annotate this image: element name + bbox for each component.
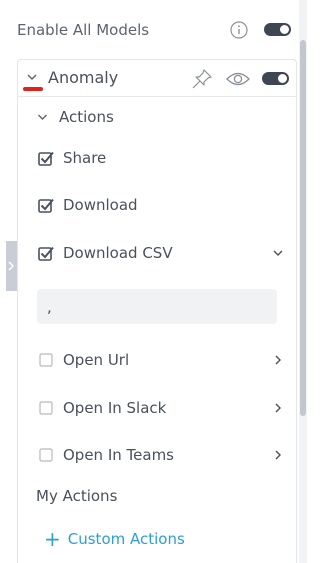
action-row-open-url[interactable]: Open Url — [38, 348, 284, 372]
model-title: Anomaly — [48, 68, 119, 87]
custom-actions-button[interactable]: + Custom Actions — [44, 529, 185, 549]
eye-icon[interactable] — [226, 71, 250, 87]
chevron-down-icon[interactable] — [26, 72, 38, 81]
enable-all-models-toggle[interactable] — [264, 23, 291, 36]
checkbox-unchecked-icon[interactable] — [38, 447, 54, 463]
side-panel-handle[interactable] — [6, 241, 17, 291]
action-row-open-in-teams[interactable]: Open In Teams — [38, 443, 284, 467]
pin-icon[interactable] — [191, 68, 213, 90]
model-toggle[interactable] — [262, 72, 289, 85]
chevron-right-icon — [8, 261, 15, 271]
scrollbar-track[interactable] — [299, 0, 307, 563]
actions-section-label: Actions — [59, 108, 114, 126]
checkbox-unchecked-icon[interactable] — [38, 352, 54, 368]
action-label: Download — [63, 196, 138, 214]
checkbox-checked-icon[interactable] — [38, 245, 54, 261]
action-row-open-in-slack[interactable]: Open In Slack — [38, 396, 284, 420]
checkbox-checked-icon[interactable] — [38, 150, 54, 166]
custom-actions-label: Custom Actions — [67, 530, 185, 548]
csv-delimiter-input[interactable] — [37, 289, 277, 324]
plus-icon: + — [44, 527, 61, 551]
action-row-share[interactable]: Share — [38, 146, 284, 170]
enable-all-models-row: Enable All Models — [17, 16, 295, 44]
action-row-download[interactable]: Download — [38, 193, 284, 217]
action-label: Open Url — [63, 351, 130, 369]
active-indicator — [23, 87, 43, 91]
enable-all-models-label: Enable All Models — [17, 21, 150, 39]
info-icon[interactable] — [230, 21, 248, 39]
chevron-right-icon[interactable] — [272, 354, 284, 366]
chevron-down-icon — [38, 114, 47, 120]
actions-section-header[interactable]: Actions — [37, 106, 114, 128]
scrollbar-thumb[interactable] — [300, 40, 306, 416]
chevron-down-icon[interactable] — [272, 247, 284, 259]
model-panel-header[interactable]: Anomaly — [18, 60, 296, 97]
my-actions-heading: My Actions — [36, 487, 118, 505]
chevron-right-icon[interactable] — [272, 402, 284, 414]
action-label: Share — [63, 149, 107, 167]
checkbox-unchecked-icon[interactable] — [38, 400, 54, 416]
action-label: Open In Teams — [63, 446, 174, 464]
action-row-download-csv[interactable]: Download CSV — [38, 241, 284, 265]
model-panel-anomaly: Anomaly Actions Share Download Download … — [17, 59, 297, 563]
action-label: Download CSV — [63, 244, 173, 262]
checkbox-checked-icon[interactable] — [38, 197, 54, 213]
chevron-right-icon[interactable] — [272, 449, 284, 461]
action-label: Open In Slack — [63, 399, 167, 417]
